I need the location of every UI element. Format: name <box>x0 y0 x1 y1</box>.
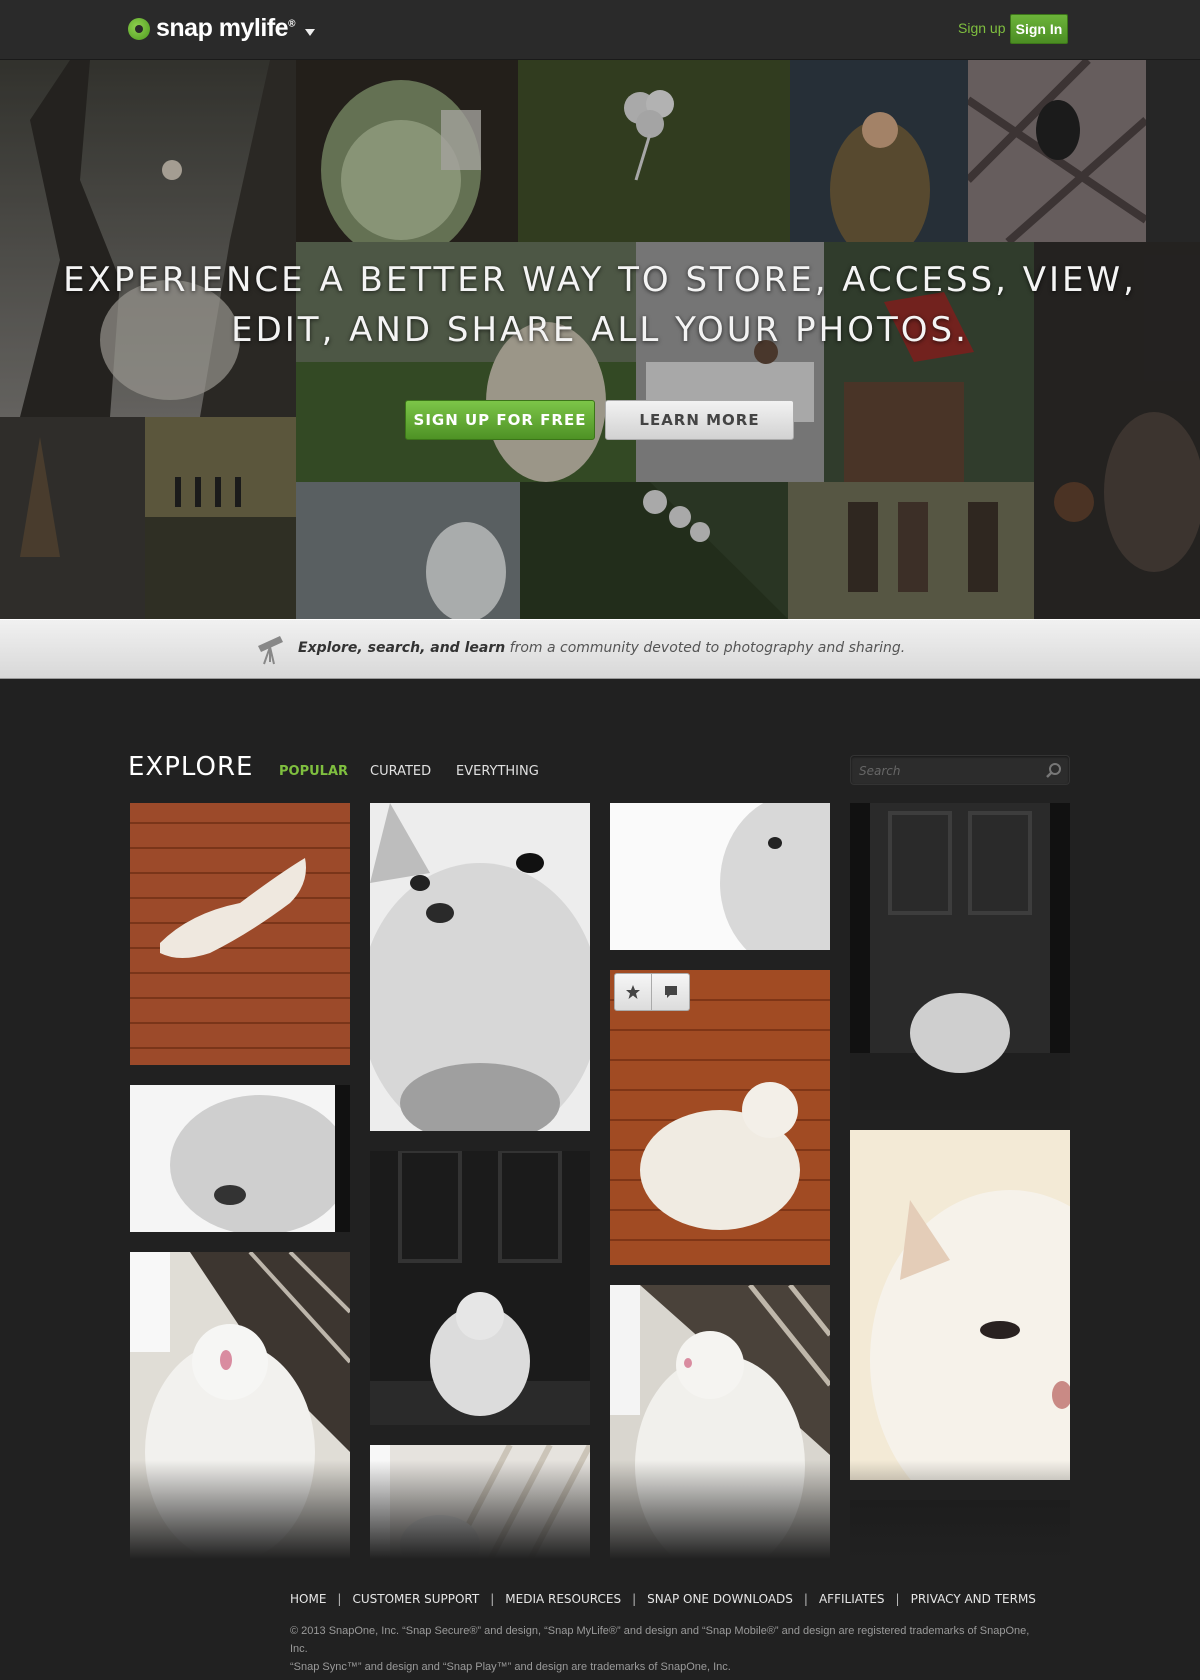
photo-cat-licking[interactable] <box>130 1252 350 1560</box>
sign-up-free-button[interactable]: SIGN UP FOR FREE <box>405 400 595 440</box>
learn-more-button[interactable]: LEARN MORE <box>605 400 794 440</box>
hero-headline: EXPERIENCE A BETTER WAY TO STORE, ACCESS… <box>63 260 1137 350</box>
logo[interactable]: snap mylife® <box>128 14 315 43</box>
search-icon[interactable] <box>1045 762 1063 780</box>
telescope-icon <box>258 636 283 665</box>
photo-cat-face-closeup[interactable] <box>130 1085 350 1232</box>
separator: | <box>490 1592 495 1606</box>
photo-cat-door-dark[interactable] <box>850 803 1070 1110</box>
photo-cat-profile[interactable] <box>610 803 830 950</box>
chevron-down-icon[interactable] <box>304 29 315 36</box>
photo-cat-tilted[interactable] <box>610 1285 830 1560</box>
separator: | <box>337 1592 342 1606</box>
sign-in-button[interactable]: Sign In <box>1010 14 1068 44</box>
comment-button[interactable] <box>652 973 690 1011</box>
footer-link-privacy-terms[interactable]: PRIVACY AND TERMS <box>911 1592 1036 1606</box>
search-box <box>850 755 1070 785</box>
favorite-button[interactable] <box>614 973 652 1011</box>
footer-link-affiliates[interactable]: AFFILIATES <box>819 1592 885 1606</box>
banner-text: Explore, search, and learn from a commun… <box>298 640 906 656</box>
photo-cat-door-bw[interactable] <box>370 1151 590 1425</box>
photo-partial-bottom[interactable] <box>850 1500 1070 1560</box>
photo-cat-on-floor[interactable] <box>610 970 830 1265</box>
legal-text: © 2013 SnapOne, Inc. “Snap Secure®” and … <box>290 1625 1030 1673</box>
sign-up-link[interactable]: Sign up <box>958 20 1005 36</box>
photo-cat-warm-closeup[interactable] <box>850 1130 1070 1480</box>
explore-banner: Explore, search, and learn from a commun… <box>0 619 1200 679</box>
logo-text: snap mylife® <box>156 14 295 42</box>
photo-cat-wood-floor[interactable] <box>130 803 350 1065</box>
tab-curated[interactable]: CURATED <box>370 764 431 779</box>
photo-cat-window-partial[interactable] <box>370 1445 590 1560</box>
star-icon <box>626 985 640 999</box>
tab-everything[interactable]: EVERYTHING <box>456 764 539 779</box>
footer-link-customer-support[interactable]: CUSTOMER SUPPORT <box>352 1592 479 1606</box>
hero-collage: EXPERIENCE A BETTER WAY TO STORE, ACCESS… <box>0 60 1200 619</box>
footer-link-home[interactable]: HOME <box>290 1592 326 1606</box>
top-bar: snap mylife® Sign up Sign In <box>0 0 1200 60</box>
photo-cat-looking-up[interactable] <box>370 803 590 1131</box>
separator: | <box>803 1592 808 1606</box>
separator: | <box>895 1592 900 1606</box>
search-input[interactable] <box>859 761 1039 781</box>
footer-link-media-resources[interactable]: MEDIA RESOURCES <box>505 1592 621 1606</box>
explore-title: EXPLORE <box>128 752 254 782</box>
footer-link-downloads[interactable]: SNAP ONE DOWNLOADS <box>647 1592 793 1606</box>
photo-actions <box>614 973 690 1011</box>
footer-nav: HOME | CUSTOMER SUPPORT | MEDIA RESOURCE… <box>290 1592 1036 1606</box>
tab-popular[interactable]: POPULAR <box>279 764 348 779</box>
comment-icon <box>664 986 677 998</box>
logo-icon <box>128 17 150 40</box>
separator: | <box>632 1592 637 1606</box>
